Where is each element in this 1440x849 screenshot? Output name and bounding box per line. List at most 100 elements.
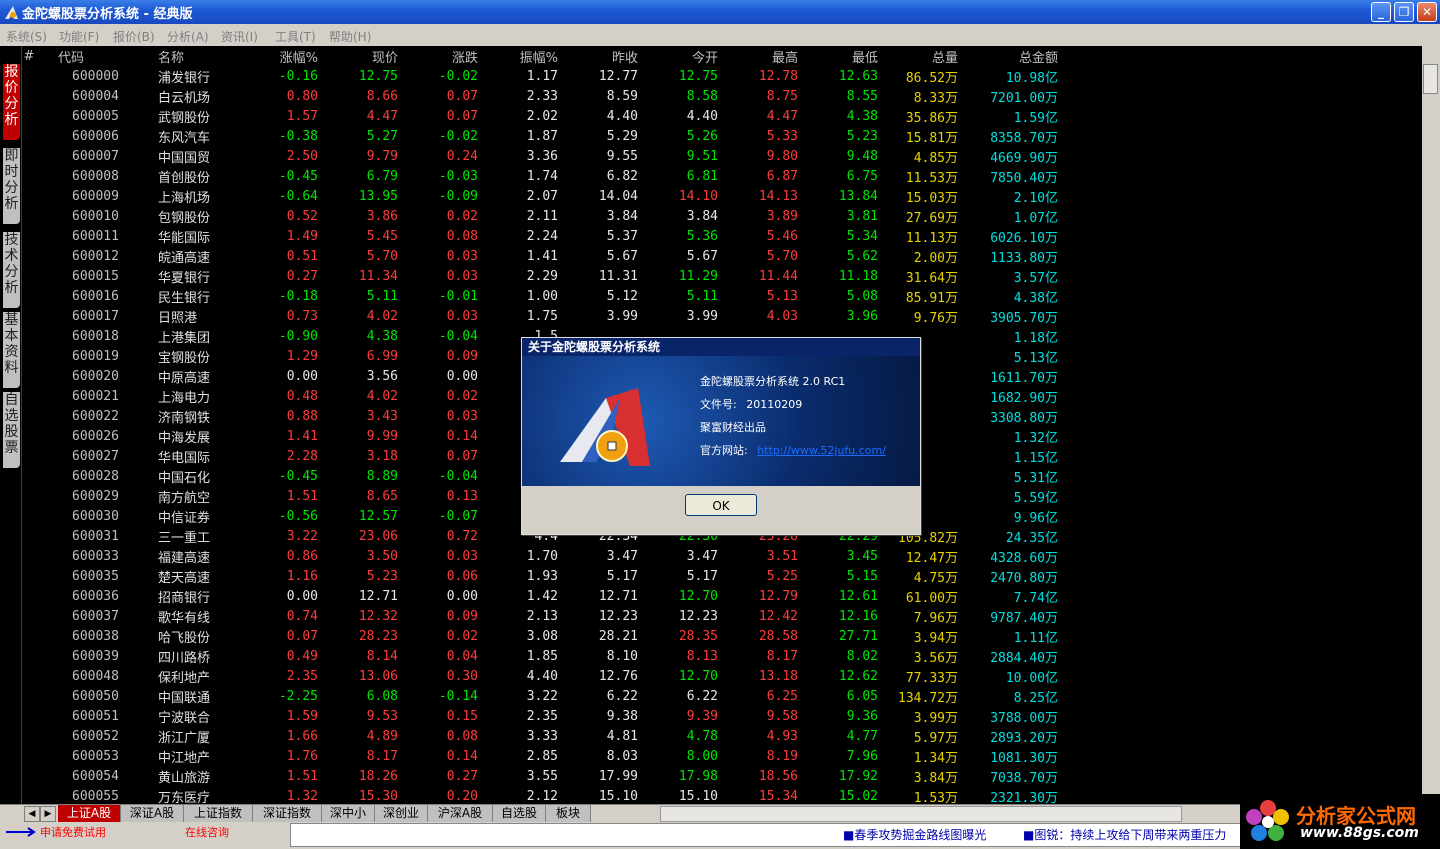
stock-code-cell: 600027: [72, 448, 119, 464]
turnover-cell: 4328.60万: [990, 550, 1058, 566]
col-change[interactable]: 涨跌: [398, 46, 478, 66]
turnover-cell: 10.00亿: [1005, 670, 1058, 686]
col-volume[interactable]: 总量: [878, 46, 958, 66]
col-index[interactable]: #: [22, 46, 36, 66]
amplitude-cell: 2.12: [526, 788, 558, 804]
stock-code-cell: 600051: [72, 708, 119, 724]
menu-tools[interactable]: 工具(T): [275, 28, 316, 45]
news-ticker[interactable]: ■春季攻势掘金路线图曝光 ■图锐：持续上攻给下周带来两重压力: [290, 823, 1242, 847]
tab-scroll-left-icon[interactable]: ◀: [24, 806, 40, 822]
table-row[interactable]: 600006 东风汽车 -0.38 5.27 -0.02 1.87 5.29 5.26 5.33…: [22, 126, 1058, 146]
prev-close-cell: 4.40: [606, 108, 638, 124]
stock-code-cell: 600026: [72, 428, 119, 444]
tab-watchlist[interactable]: 自选股: [493, 805, 546, 822]
prev-close-cell: 12.71: [598, 588, 638, 604]
ticker-item-2[interactable]: ■图锐：持续上攻给下周带来两重压力: [1023, 826, 1226, 843]
menu-quote[interactable]: 报价(B): [113, 28, 155, 45]
col-change-pct[interactable]: 涨幅%: [238, 46, 318, 66]
col-amplitude[interactable]: 振幅%: [478, 46, 558, 66]
sidebar-tab-fundamental[interactable]: 基本资料: [3, 312, 20, 388]
close-button[interactable]: ✕: [1417, 2, 1437, 22]
tab-sz-a[interactable]: 深证A股: [121, 805, 184, 822]
table-row[interactable]: 600052 浙江广厦 1.66 4.89 0.08 3.33 4.81 4.78 4.93 4.…: [22, 726, 1058, 746]
table-row[interactable]: 600048 保利地产 2.35 13.06 0.30 4.40 12.76 12.70 13.…: [22, 666, 1058, 686]
table-row[interactable]: 600050 中国联通 -2.25 6.08 -0.14 3.22 6.22 6.22 6.25…: [22, 686, 1058, 706]
menu-help[interactable]: 帮助(H): [329, 28, 371, 45]
table-row[interactable]: 600010 包钢股份 0.52 3.86 0.02 2.11 3.84 3.84 3.89 3.…: [22, 206, 1058, 226]
change-pct-cell: 2.35: [286, 668, 318, 684]
table-row[interactable]: 600012 皖通高速 0.51 5.70 0.03 1.41 5.67 5.67 5.70 5.…: [22, 246, 1058, 266]
table-row[interactable]: 600016 民生银行 -0.18 5.11 -0.01 1.00 5.12 5.11 5.13…: [22, 286, 1058, 306]
free-trial-link[interactable]: 申请免费试用: [40, 824, 106, 840]
table-row[interactable]: 600054 黄山旅游 1.51 18.26 0.27 3.55 17.99 17.98 18.…: [22, 766, 1058, 786]
table-row[interactable]: 600036 招商银行 0.00 12.71 0.00 1.42 12.71 12.70 12.…: [22, 586, 1058, 606]
table-row[interactable]: 600015 华夏银行 0.27 11.34 0.03 2.29 11.31 11.29 11.…: [22, 266, 1058, 286]
stock-name-cell: 南方航空: [158, 490, 211, 506]
col-turnover[interactable]: 总金额: [958, 46, 1058, 66]
table-row[interactable]: 600055 万东医疗 1.32 15.30 0.20 2.12 15.10 15.10 15.…: [22, 786, 1058, 806]
table-row[interactable]: 600011 华能国际 1.49 5.45 0.08 2.24 5.37 5.36 5.46 5.…: [22, 226, 1058, 246]
change-pct-cell: 1.57: [286, 108, 318, 124]
prev-close-cell: 5.29: [606, 128, 638, 144]
stock-code-cell: 600036: [72, 588, 119, 604]
col-prev-close[interactable]: 昨收: [558, 46, 638, 66]
table-row[interactable]: 600037 歌华有线 0.74 12.32 0.09 2.13 12.23 12.23 12.…: [22, 606, 1058, 626]
sidebar-tab-watchlist[interactable]: 自选股票: [3, 392, 20, 468]
amplitude-cell: 3.33: [526, 728, 558, 744]
menu-analysis[interactable]: 分析(A): [167, 28, 209, 45]
table-row[interactable]: 600033 福建高速 0.86 3.50 0.03 1.70 3.47 3.47 3.51 3.…: [22, 546, 1058, 566]
tab-chinext[interactable]: 深创业: [375, 805, 428, 822]
table-row[interactable]: 600035 楚天高速 1.16 5.23 0.06 1.93 5.17 5.17 5.25 5.…: [22, 566, 1058, 586]
sidebar-tab-technical[interactable]: 技术分析: [3, 232, 20, 308]
table-row[interactable]: 600051 宁波联合 1.59 9.53 0.15 2.35 9.38 9.39 9.58 9.…: [22, 706, 1058, 726]
row-index-cell: [22, 586, 36, 606]
amplitude-cell: 3.36: [526, 148, 558, 164]
horizontal-scrollbar[interactable]: [660, 806, 1182, 822]
col-name[interactable]: 名称: [158, 46, 238, 66]
col-high[interactable]: 最高: [718, 46, 798, 66]
table-row[interactable]: 600007 中国国贸 2.50 9.79 0.24 3.36 9.55 9.51 9.80 9.…: [22, 146, 1058, 166]
table-row[interactable]: 600053 中江地产 1.76 8.17 0.14 2.85 8.03 8.00 8.19 7.…: [22, 746, 1058, 766]
col-low[interactable]: 最低: [798, 46, 878, 66]
table-row[interactable]: 600000 浦发银行 -0.16 12.75 -0.02 1.17 12.77 12.75 1…: [22, 66, 1058, 86]
tab-sectors[interactable]: 板块: [546, 805, 591, 822]
menu-system[interactable]: 系统(S): [6, 28, 47, 45]
sidebar-tab-realtime[interactable]: 即时分析: [3, 148, 20, 224]
high-cell: 13.18: [758, 668, 798, 684]
sidebar-tab-quote[interactable]: 报价分析: [3, 64, 20, 140]
tab-sz-index[interactable]: 深证指数: [253, 805, 322, 822]
vertical-scrollbar[interactable]: [1422, 46, 1440, 804]
volume-cell: 9.76万: [913, 310, 958, 326]
stock-name-cell: 保利地产: [158, 670, 211, 686]
col-price[interactable]: 现价: [318, 46, 398, 66]
menu-news[interactable]: 资讯(I): [221, 28, 258, 45]
scroll-thumb[interactable]: [1423, 64, 1438, 94]
change-pct-cell: 0.07: [286, 628, 318, 644]
table-row[interactable]: 600005 武钢股份 1.57 4.47 0.07 2.02 4.40 4.40 4.47 4.…: [22, 106, 1058, 126]
turnover-cell: 3788.00万: [990, 710, 1058, 726]
menu-function[interactable]: 功能(F): [59, 28, 99, 45]
table-row[interactable]: 600004 白云机场 0.80 8.66 0.07 2.33 8.59 8.58 8.75 8.…: [22, 86, 1058, 106]
tab-sh-a[interactable]: 上证A股: [58, 805, 121, 822]
tab-scroll-right-icon[interactable]: ▶: [40, 806, 56, 822]
ok-button[interactable]: OK: [685, 494, 757, 516]
change-pct-cell: 1.16: [286, 568, 318, 584]
tab-sme[interactable]: 深中小: [322, 805, 375, 822]
ticker-item-1[interactable]: ■春季攻势掘金路线图曝光: [843, 826, 986, 843]
tab-hs-a[interactable]: 沪深A股: [428, 805, 493, 822]
minimize-button[interactable]: _: [1371, 2, 1391, 22]
change-pct-cell: -0.18: [278, 288, 318, 304]
table-row[interactable]: 600009 上海机场 -0.64 13.95 -0.09 2.07 14.04 14.10 1…: [22, 186, 1058, 206]
table-row[interactable]: 600038 哈飞股份 0.07 28.23 0.02 3.08 28.21 28.35 28.…: [22, 626, 1058, 646]
maximize-button[interactable]: ❐: [1394, 2, 1414, 22]
website-link[interactable]: http://www.52jufu.com/: [757, 444, 886, 457]
table-row[interactable]: 600008 首创股份 -0.45 6.79 -0.03 1.74 6.82 6.81 6.87…: [22, 166, 1058, 186]
high-cell: 8.75: [766, 88, 798, 104]
col-open[interactable]: 今开: [638, 46, 718, 66]
table-row[interactable]: 600017 日照港 0.73 4.02 0.03 1.75 3.99 3.99 4.03 3.9…: [22, 306, 1058, 326]
tab-sh-index[interactable]: 上证指数: [184, 805, 253, 822]
col-code[interactable]: 代码: [36, 46, 158, 66]
table-row[interactable]: 600039 四川路桥 0.49 8.14 0.04 1.85 8.10 8.13 8.17 8.…: [22, 646, 1058, 666]
high-cell: 6.87: [766, 168, 798, 184]
online-consult-link[interactable]: 在线咨询: [185, 824, 229, 840]
